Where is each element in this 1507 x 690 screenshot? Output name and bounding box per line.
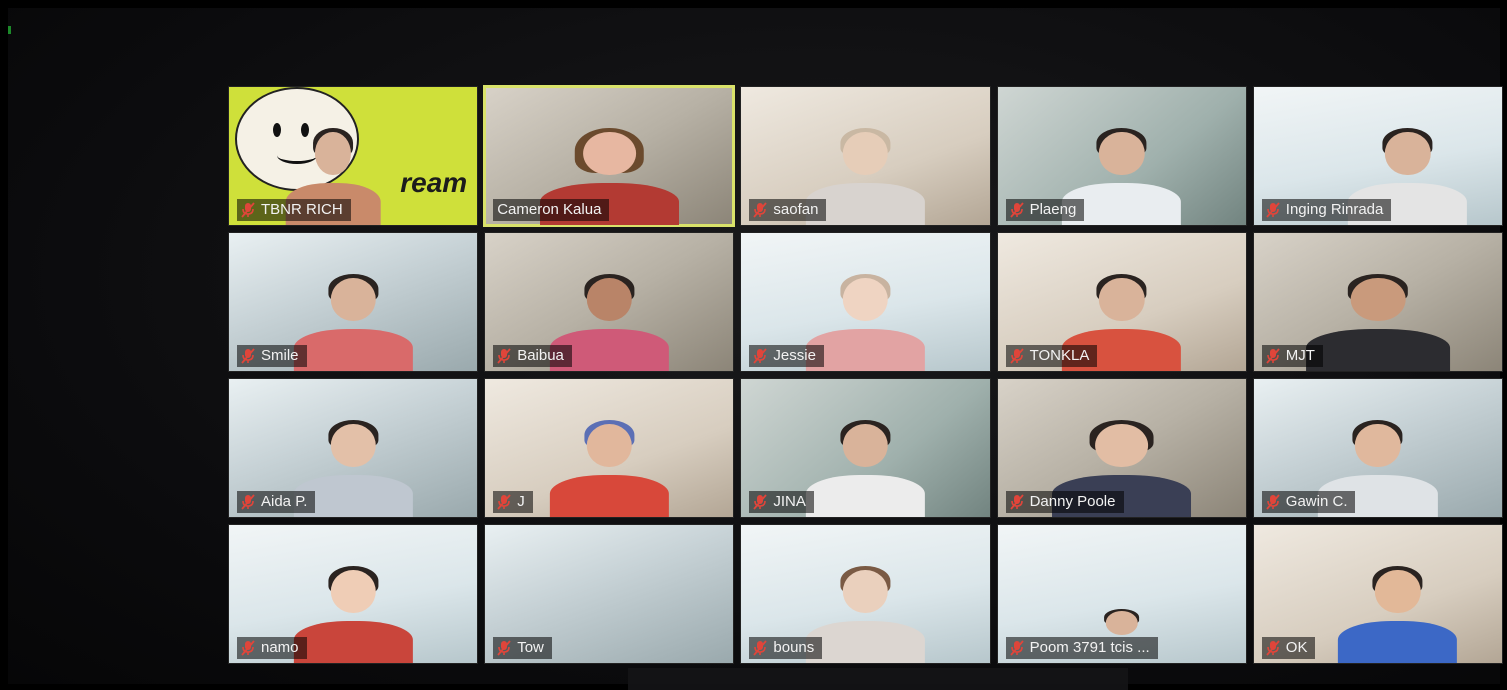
participant-name: Danny Poole [1029, 493, 1116, 510]
participant-name: saofan [773, 201, 819, 218]
participant-name-label: Jessie [749, 345, 824, 367]
video-tile[interactable]: OK [1252, 524, 1503, 664]
mic-muted-icon [1009, 640, 1024, 656]
participant-name-label: MJT [1261, 345, 1323, 367]
mic-muted-icon [753, 494, 768, 510]
mic-muted-icon [1009, 494, 1024, 510]
mic-muted-icon [1266, 494, 1280, 510]
video-tile[interactable]: bouns [740, 524, 991, 664]
toolbar-edge [628, 668, 1128, 690]
participant-name: Cameron Kalua [497, 201, 602, 218]
video-tile[interactable]: saofan [740, 86, 991, 226]
video-tile[interactable]: Gawin C. [1252, 378, 1503, 518]
mic-muted-icon [1009, 348, 1024, 364]
participant-name-label: Inging Rinrada [1261, 199, 1392, 221]
mic-muted-icon [497, 494, 511, 510]
participant-name-label: saofan [749, 199, 827, 221]
mic-muted-icon [497, 640, 511, 656]
participant-name: J [517, 493, 525, 510]
video-tile[interactable]: Danny Poole [996, 378, 1247, 518]
video-tile[interactable]: ream TBNR RICH [228, 86, 479, 226]
overlay-text: ream [400, 167, 468, 198]
mic-muted-icon [1266, 202, 1280, 218]
mic-muted-icon [497, 348, 511, 364]
gallery-grid: ream TBNR RICH Cameron Kalua saofan Plae… [228, 85, 1503, 664]
participant-name-label: Smile [237, 345, 307, 367]
video-tile[interactable]: Plaeng [996, 86, 1247, 226]
participant-name: JINA [773, 493, 806, 510]
video-tile-active-speaker[interactable]: Cameron Kalua [483, 85, 736, 227]
video-tile[interactable]: J [484, 378, 735, 518]
participant-name: Smile [261, 347, 299, 364]
video-tile[interactable]: JINA [740, 378, 991, 518]
participant-name-label: TONKLA [1005, 345, 1098, 367]
participant-name: MJT [1285, 347, 1315, 364]
participant-name-label: TBNR RICH [237, 199, 351, 221]
participant-name: Tow [517, 639, 544, 656]
participant-name-label: Gawin C. [1261, 491, 1356, 513]
participant-name-label: OK [1261, 637, 1316, 659]
participant-name-label: Poom 3791 tcis ... [1005, 637, 1158, 659]
participant-name: TBNR RICH [261, 201, 343, 218]
mic-muted-icon [753, 202, 768, 218]
participant-name-label: Aida P. [237, 491, 316, 513]
video-tile[interactable]: Smile [228, 232, 479, 372]
mic-muted-icon [241, 494, 255, 510]
mic-muted-icon [241, 348, 255, 364]
participant-name: Baibua [517, 347, 564, 364]
video-tile[interactable]: Jessie [740, 232, 991, 372]
mic-muted-icon [1266, 640, 1280, 656]
video-tile[interactable]: Tow [484, 524, 735, 664]
mic-muted-icon [753, 640, 768, 656]
participant-name-label: Baibua [493, 345, 572, 367]
participant-name: Poom 3791 tcis ... [1029, 639, 1150, 656]
status-led [8, 26, 11, 34]
video-tile[interactable]: namo [228, 524, 479, 664]
participant-name: Gawin C. [1285, 493, 1348, 510]
mic-muted-icon [241, 202, 255, 218]
participant-name: Jessie [773, 347, 816, 364]
participant-name-label: Plaeng [1005, 199, 1085, 221]
mic-muted-icon [241, 640, 255, 656]
participant-name: Inging Rinrada [1285, 201, 1384, 218]
video-tile[interactable]: Poom 3791 tcis ... [996, 524, 1247, 664]
participant-name-label: bouns [749, 637, 823, 659]
participant-name: bouns [773, 639, 815, 656]
participant-name-label: JINA [749, 491, 814, 513]
mic-muted-icon [1266, 348, 1280, 364]
participant-name: Aida P. [261, 493, 308, 510]
mic-muted-icon [1009, 202, 1024, 218]
video-tile[interactable]: Baibua [484, 232, 735, 372]
mic-muted-icon [753, 348, 768, 364]
meeting-window: ream TBNR RICH Cameron Kalua saofan Plae… [8, 8, 1503, 690]
video-tile[interactable]: Inging Rinrada [1252, 86, 1503, 226]
participant-name-label: Tow [493, 637, 552, 659]
participant-name: OK [1285, 639, 1308, 656]
participant-name-label: Danny Poole [1005, 491, 1124, 513]
video-tile[interactable]: MJT [1252, 232, 1503, 372]
participant-name: namo [261, 639, 299, 656]
participant-name: TONKLA [1029, 347, 1090, 364]
participant-name-label: J [493, 491, 533, 513]
video-tile[interactable]: Aida P. [228, 378, 479, 518]
video-tile[interactable]: TONKLA [996, 232, 1247, 372]
participant-name-label: namo [237, 637, 307, 659]
participant-name-label: Cameron Kalua [493, 199, 610, 221]
participant-name: Plaeng [1029, 201, 1077, 218]
